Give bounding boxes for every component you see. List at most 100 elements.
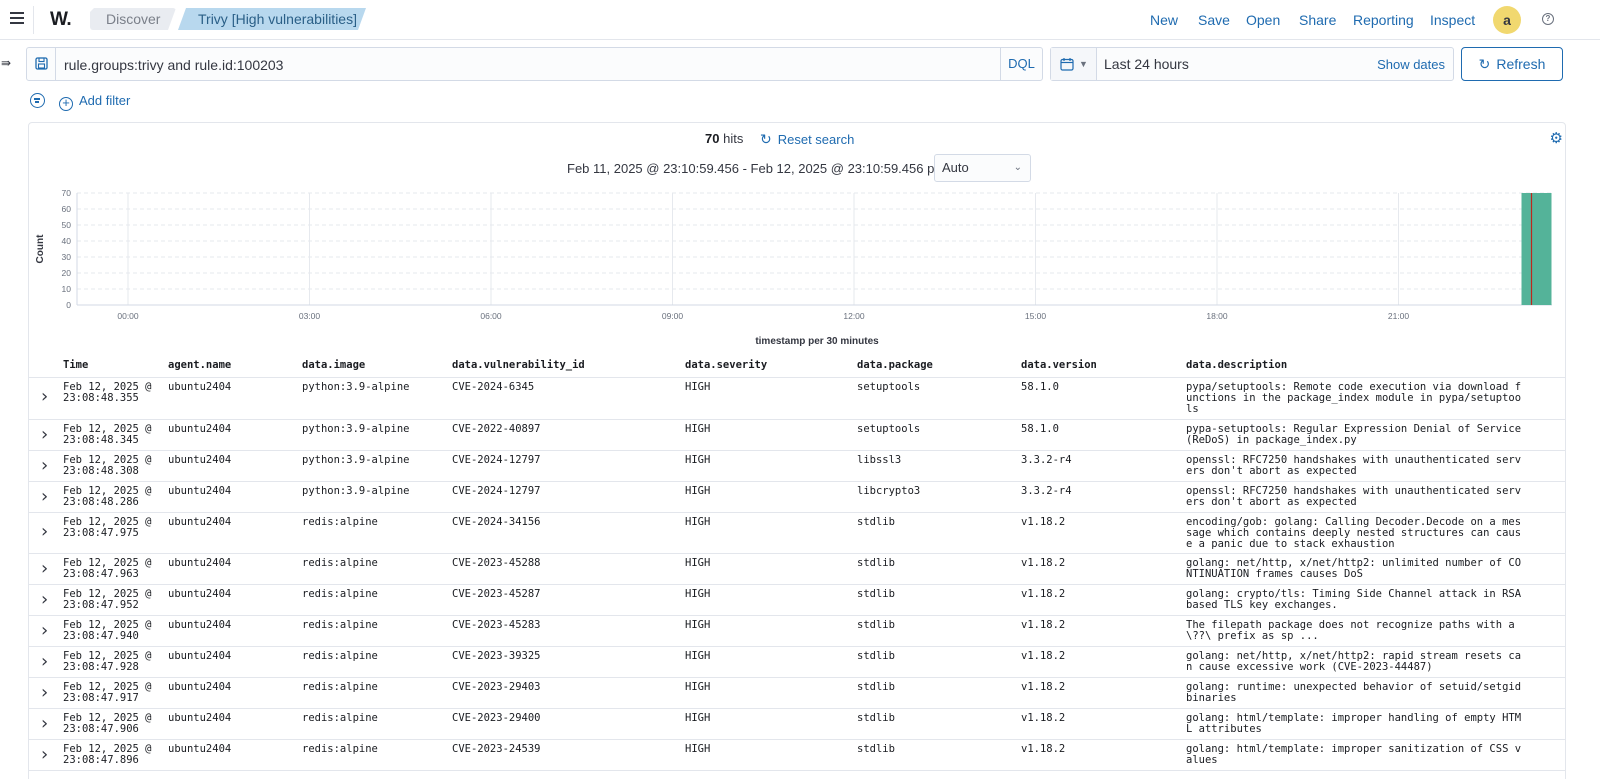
cell-severity: HIGH [685,588,711,600]
show-dates-button[interactable]: Show dates [1377,57,1445,72]
table-row[interactable]: › Feb 12, 2025 @23:08:48.355 ubuntu2404 pyt… [29,378,1565,420]
expand-row-icon[interactable]: › [41,487,48,505]
table-header: Time agent.name data.image data.vulnerabili… [29,350,1565,378]
expand-row-icon[interactable]: › [41,456,48,474]
expand-row-icon[interactable]: › [41,560,48,578]
new-link[interactable]: New [1150,12,1178,28]
add-filter-button[interactable]: + Add filter [59,91,130,111]
expand-row-icon[interactable]: › [41,591,48,609]
cell-version: v1.18.2 [1021,619,1066,631]
sidebar-collapse-icon[interactable]: ⇛ [1,56,11,70]
table-row[interactable]: › Feb 12, 2025 @23:08:48.345 ubuntu2404 pyt… [29,420,1565,451]
cell-agent: ubuntu2404 [168,650,232,662]
expand-row-icon[interactable]: › [41,715,48,733]
y-tick-label: 60 [62,204,72,214]
cell-severity: HIGH [685,712,711,724]
table-row[interactable]: › Feb 12, 2025 @23:08:47.940 ubuntu2404 red… [29,616,1565,647]
cell-vuln: CVE-2023-29400 [452,712,541,724]
cell-agent: ubuntu2404 [168,381,232,393]
column-header[interactable]: data.image [302,359,365,371]
expand-row-icon[interactable]: › [41,622,48,640]
column-header[interactable]: data.severity [685,359,767,371]
inspect-link[interactable]: Inspect [1430,12,1475,28]
cell-severity: HIGH [685,484,711,497]
cell-time: Feb 12, 2025 @23:08:47.896 [63,743,152,766]
table-row[interactable]: › Feb 12, 2025 @23:08:47.906 ubuntu2404 red… [29,709,1565,740]
reset-search-label: Reset search [777,132,855,147]
expand-row-icon[interactable]: › [41,388,48,406]
table-row[interactable]: › Feb 12, 2025 @23:08:47.963 ubuntu2404 red… [29,554,1565,585]
cell-severity: HIGH [685,381,711,393]
cell-version: v1.18.2 [1021,681,1066,693]
cell-image: redis:alpine [302,557,378,569]
filter-menu-icon[interactable] [30,93,45,108]
table-row[interactable]: › Feb 12, 2025 @23:08:47.975 ubuntu2404 red… [29,513,1565,554]
calendar-icon [1060,58,1074,71]
logo[interactable]: W. [50,9,72,31]
expand-row-icon[interactable]: › [41,425,48,443]
column-header[interactable]: agent.name [168,359,231,371]
y-tick-label: 50 [62,220,72,230]
table-row[interactable]: › Feb 12, 2025 @23:08:47.952 ubuntu2404 red… [29,585,1565,616]
add-filter-label: Add filter [79,93,131,108]
open-link[interactable]: Open [1246,12,1280,28]
cell-severity: HIGH [685,681,711,693]
menu-icon[interactable] [10,12,24,24]
reset-search-button[interactable]: ↻ Reset search [760,131,854,148]
interval-select[interactable]: Auto ⌄ [934,154,1031,182]
document-table: Time agent.name data.image data.vulnerabili… [29,350,1565,771]
date-picker[interactable]: ▼ Last 24 hours Show dates [1050,47,1454,81]
share-link[interactable]: Share [1299,12,1336,28]
y-tick-label: 40 [62,236,72,246]
cell-version: v1.18.2 [1021,557,1066,569]
chevron-down-icon: ▼ [1079,59,1088,69]
expand-row-icon[interactable]: › [41,746,48,764]
dql-toggle[interactable]: DQL [1000,48,1042,80]
cell-version: 3.3.2-r4 [1021,453,1072,466]
column-header[interactable]: data.package [857,359,933,371]
table-row[interactable]: › Feb 12, 2025 @23:08:48.286 ubuntu2404 pyt… [29,482,1565,513]
cell-package: stdlib [857,515,895,528]
avatar[interactable]: a [1493,6,1521,34]
x-tick-label: 09:00 [662,311,684,321]
x-tick-label: 03:00 [299,311,321,321]
refresh-button[interactable]: ↻ Refresh [1461,47,1563,81]
save-link[interactable]: Save [1198,12,1230,28]
query-bar[interactable]: rule.groups:trivy and rule.id:100203 DQL [26,47,1043,81]
breadcrumb-discover[interactable]: Discover [90,8,176,30]
column-header[interactable]: data.version [1021,359,1097,371]
cell-image: redis:alpine [302,712,378,724]
table-row[interactable]: › Feb 12, 2025 @23:08:48.308 ubuntu2404 pyt… [29,451,1565,482]
cell-version: v1.18.2 [1021,650,1066,662]
x-tick-label: 18:00 [1206,311,1228,321]
cell-description: The filepath package does not recognize … [1186,619,1515,642]
interval-value: Auto [942,160,969,175]
column-header[interactable]: Time [63,359,88,371]
x-tick-label: 12:00 [843,311,865,321]
table-row[interactable]: › Feb 12, 2025 @23:08:47.928 ubuntu2404 red… [29,647,1565,678]
table-row[interactable]: › Feb 12, 2025 @23:08:47.896 ubuntu2404 red… [29,740,1565,771]
cell-agent: ubuntu2404 [168,484,232,497]
gear-icon[interactable]: ⚙ [1550,129,1563,147]
column-header[interactable]: data.vulnerability_id [452,359,585,371]
expand-row-icon[interactable]: › [41,653,48,671]
column-header[interactable]: data.description [1186,359,1287,371]
quick-select-button[interactable]: ▼ [1051,48,1097,80]
saved-query-icon[interactable] [27,48,56,80]
help-icon[interactable]: ? [1542,13,1554,25]
cell-agent: ubuntu2404 [168,588,232,600]
expand-row-icon[interactable]: › [41,684,48,702]
cell-vuln: CVE-2023-45283 [452,619,541,631]
table-row[interactable]: › Feb 12, 2025 @23:08:47.917 ubuntu2404 red… [29,678,1565,709]
reporting-link[interactable]: Reporting [1353,12,1414,28]
cell-description: golang: html/template: improper sanitiza… [1186,743,1522,766]
time-range-label: Feb 11, 2025 @ 23:10:59.456 - Feb 12, 20… [567,161,946,176]
cell-severity: HIGH [685,743,711,755]
cell-time: Feb 12, 2025 @23:08:47.975 [63,515,152,539]
query-input[interactable]: rule.groups:trivy and rule.id:100203 [64,57,283,73]
cell-agent: ubuntu2404 [168,515,232,528]
histogram-chart[interactable]: 0 10 20 30 40 50 60 70 00:00 03:00 06:00 09:00 12:00… [29,183,1565,353]
expand-row-icon[interactable]: › [41,522,48,540]
date-range-text[interactable]: Last 24 hours [1104,56,1189,72]
cell-description: openssl: RFC7250 handshakes with unauthe… [1186,453,1522,477]
